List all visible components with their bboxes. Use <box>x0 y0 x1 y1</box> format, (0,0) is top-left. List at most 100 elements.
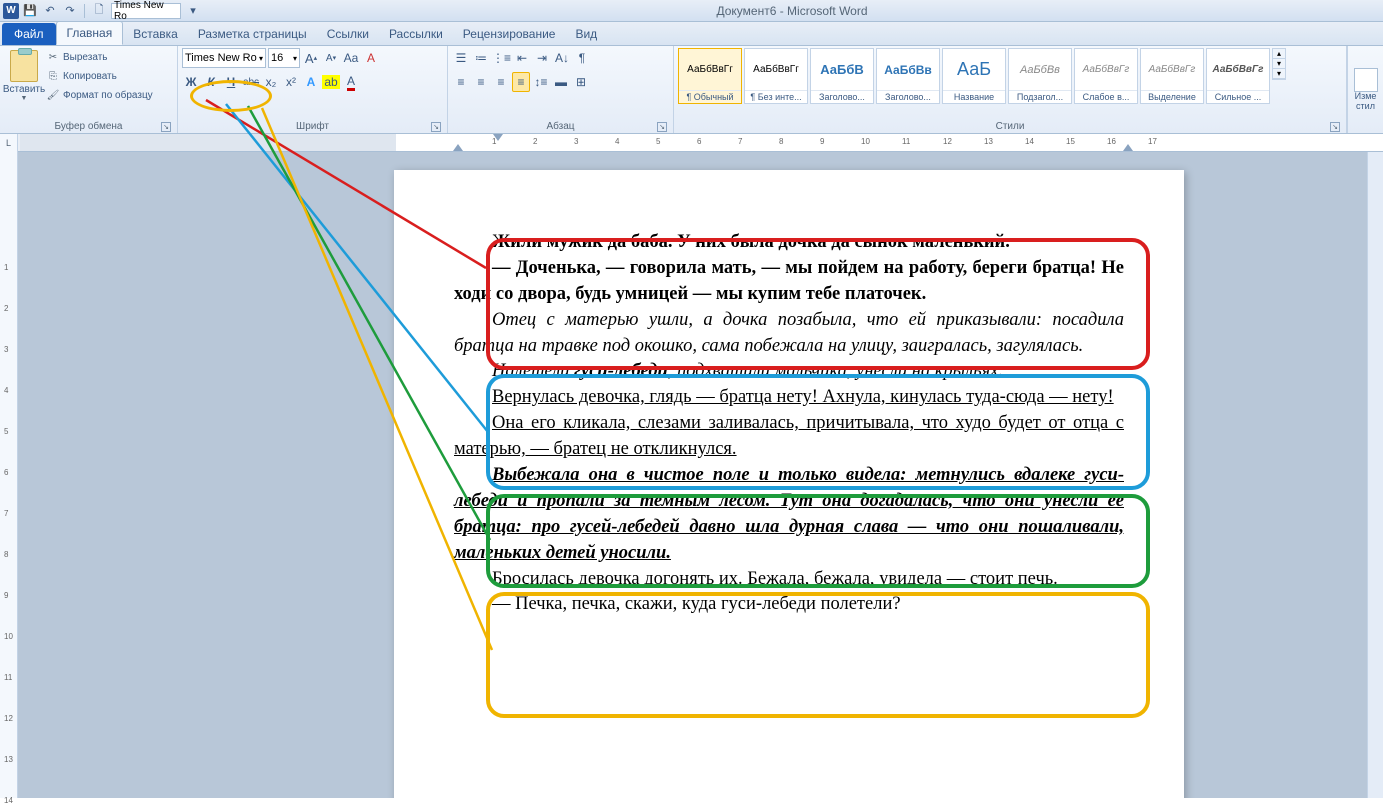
format-painter-button[interactable]: 🖌Формат по образцу <box>46 86 153 104</box>
copy-icon: ⎘ <box>46 69 60 83</box>
tab-references[interactable]: Ссылки <box>317 23 379 45</box>
vertical-scrollbar[interactable] <box>1367 152 1383 798</box>
strike-button[interactable]: abc <box>242 72 260 92</box>
styles-scroll-1[interactable]: ▾ <box>1273 59 1285 69</box>
doc-paragraph[interactable]: Жили мужик да баба. У них была дочка да … <box>454 230 1124 256</box>
format-label: Формат по образцу <box>63 90 153 101</box>
align-right-button[interactable]: ≡ <box>492 72 510 92</box>
grow-font-button[interactable]: A▴ <box>302 48 320 68</box>
change-styles-button[interactable]: Изме стил <box>1347 46 1383 133</box>
save-icon[interactable]: 💾 <box>22 3 38 19</box>
doc-paragraph[interactable]: Налетели гуси-лебеди, подхватили мальчик… <box>454 359 1124 385</box>
qat-dropdown-icon[interactable]: ▾ <box>185 3 201 19</box>
style-card-5[interactable]: АаБбВвПодзагол... <box>1008 48 1072 104</box>
text-effects-button[interactable]: A <box>302 72 320 92</box>
bold-italic-underline-block: Выбежала она в чистое поле и только виде… <box>454 463 1124 567</box>
document-page[interactable]: Жили мужик да баба. У них была дочка да … <box>394 170 1184 798</box>
paragraph-launcher-icon[interactable]: ↘ <box>657 122 667 132</box>
tab-mailings[interactable]: Рассылки <box>379 23 453 45</box>
change-case-button[interactable]: Aa <box>342 48 360 68</box>
underline-button[interactable]: Ч <box>222 72 240 92</box>
doc-paragraph[interactable]: Она его кликала, слезами заливалась, при… <box>454 411 1124 463</box>
sort-button[interactable]: A↓ <box>553 48 571 68</box>
right-indent-marker[interactable] <box>1123 144 1133 151</box>
tab-view[interactable]: Вид <box>565 23 607 45</box>
doc-paragraph[interactable]: Бросилась девочка догонять их. Бежала, б… <box>454 567 1124 593</box>
numbering-button[interactable]: ≔ <box>472 48 490 68</box>
style-card-0[interactable]: АаБбВвГг¶ Обычный <box>678 48 742 104</box>
horizontal-ruler[interactable]: 1234567891011121314151617 <box>20 134 1383 151</box>
group-paragraph: ☰ ≔ ⋮≡ ⇤ ⇥ A↓ ¶ ≡ ≡ ≡ ≡ ↕≡ ▬ ⊞ Абзац↘ <box>448 46 674 133</box>
group-font-label: Шрифт↘ <box>182 119 443 133</box>
vertical-ruler[interactable]: 1234567891011121314 <box>0 152 18 798</box>
group-clipboard-label: Буфер обмена↘ <box>4 119 173 133</box>
font-size-combo[interactable]: 16▾ <box>268 48 300 68</box>
horizontal-ruler-bar: L 1234567891011121314151617 <box>0 134 1383 152</box>
shading-button[interactable]: ▬ <box>552 72 570 92</box>
doc-paragraph[interactable]: — Печка, печка, скажи, куда гуси-лебеди … <box>454 592 1124 618</box>
qat-font-combo[interactable]: Times New Ro <box>111 3 181 19</box>
page-area: Жили мужик да баба. У них была дочка да … <box>18 152 1383 798</box>
tab-layout[interactable]: Разметка страницы <box>188 23 317 45</box>
font-name-combo[interactable]: Times New Ro▾ <box>182 48 266 68</box>
italic-button[interactable]: К <box>202 72 220 92</box>
new-doc-icon[interactable]: 🗋 <box>91 3 107 19</box>
multilevel-button[interactable]: ⋮≡ <box>492 48 511 68</box>
tab-insert[interactable]: Вставка <box>123 23 188 45</box>
shrink-font-button[interactable]: A▾ <box>322 48 340 68</box>
qat-separator <box>84 4 85 18</box>
undo-icon[interactable]: ↶ <box>42 3 58 19</box>
tab-review[interactable]: Рецензирование <box>453 23 566 45</box>
italic-block: Отец с матерью ушли, а дочка позабыла, ч… <box>454 308 1124 386</box>
styles-scroll[interactable]: ▴▾▾ <box>1272 48 1286 80</box>
redo-icon[interactable]: ↷ <box>62 3 78 19</box>
tab-selector[interactable]: L <box>0 134 18 152</box>
style-card-3[interactable]: АаБбВвЗаголово... <box>876 48 940 104</box>
align-center-button[interactable]: ≡ <box>472 72 490 92</box>
bullets-button[interactable]: ☰ <box>452 48 470 68</box>
font-launcher-icon[interactable]: ↘ <box>431 122 441 132</box>
style-card-4[interactable]: АаБНазвание <box>942 48 1006 104</box>
style-card-8[interactable]: АаБбВвГгСильное ... <box>1206 48 1270 104</box>
highlight-button[interactable]: ab <box>322 72 340 92</box>
justify-button[interactable]: ≡ <box>512 72 530 92</box>
bold-block: Жили мужик да баба. У них была дочка да … <box>454 230 1124 308</box>
increase-indent-button[interactable]: ⇥ <box>533 48 551 68</box>
style-card-7[interactable]: АаБбВвГгВыделение <box>1140 48 1204 104</box>
style-card-2[interactable]: АаБбВЗаголово... <box>810 48 874 104</box>
doc-paragraph[interactable]: Отец с матерью ушли, а дочка позабыла, ч… <box>454 308 1124 360</box>
paste-button[interactable]: Вставить ▼ <box>4 48 44 102</box>
style-card-6[interactable]: АаБбВвГгСлабое в... <box>1074 48 1138 104</box>
borders-button[interactable]: ⊞ <box>572 72 590 92</box>
ribbon: Вставить ▼ ✂Вырезать ⎘Копировать 🖌Формат… <box>0 46 1383 134</box>
line-spacing-button[interactable]: ↕≡ <box>532 72 550 92</box>
decrease-indent-button[interactable]: ⇤ <box>513 48 531 68</box>
superscript-button[interactable]: x² <box>282 72 300 92</box>
change-styles-label: Изме стил <box>1350 92 1381 112</box>
show-marks-button[interactable]: ¶ <box>573 48 591 68</box>
hanging-indent-marker[interactable] <box>453 144 463 151</box>
styles-scroll-0[interactable]: ▴ <box>1273 49 1285 59</box>
word-icon: W <box>3 3 19 19</box>
workspace: 1234567891011121314 Жили мужик да баба. … <box>0 152 1383 798</box>
subscript-button[interactable]: x₂ <box>262 72 280 92</box>
font-color-button[interactable]: A <box>342 72 360 92</box>
styles-launcher-icon[interactable]: ↘ <box>1330 122 1340 132</box>
tab-home[interactable]: Главная <box>56 21 124 45</box>
doc-paragraph[interactable]: — Доченька, — говорила мать, — мы пойдем… <box>454 256 1124 308</box>
style-card-1[interactable]: АаБбВвГг¶ Без инте... <box>744 48 808 104</box>
clipboard-launcher-icon[interactable]: ↘ <box>161 122 171 132</box>
bold-button[interactable]: Ж <box>182 72 200 92</box>
tab-file[interactable]: Файл <box>2 23 56 45</box>
window-title: Документ6 - Microsoft Word <box>201 4 1383 18</box>
align-left-button[interactable]: ≡ <box>452 72 470 92</box>
change-styles-icon <box>1354 68 1378 92</box>
clear-formatting-button[interactable]: A <box>362 48 380 68</box>
doc-paragraph[interactable]: Вернулась девочка, глядь — братца нету! … <box>454 385 1124 411</box>
styles-scroll-2[interactable]: ▾ <box>1273 69 1285 79</box>
copy-label: Копировать <box>63 71 117 82</box>
cut-button[interactable]: ✂Вырезать <box>46 48 153 66</box>
paste-label: Вставить <box>3 84 45 95</box>
doc-paragraph[interactable]: Выбежала она в чистое поле и только виде… <box>454 463 1124 567</box>
copy-button[interactable]: ⎘Копировать <box>46 67 153 85</box>
